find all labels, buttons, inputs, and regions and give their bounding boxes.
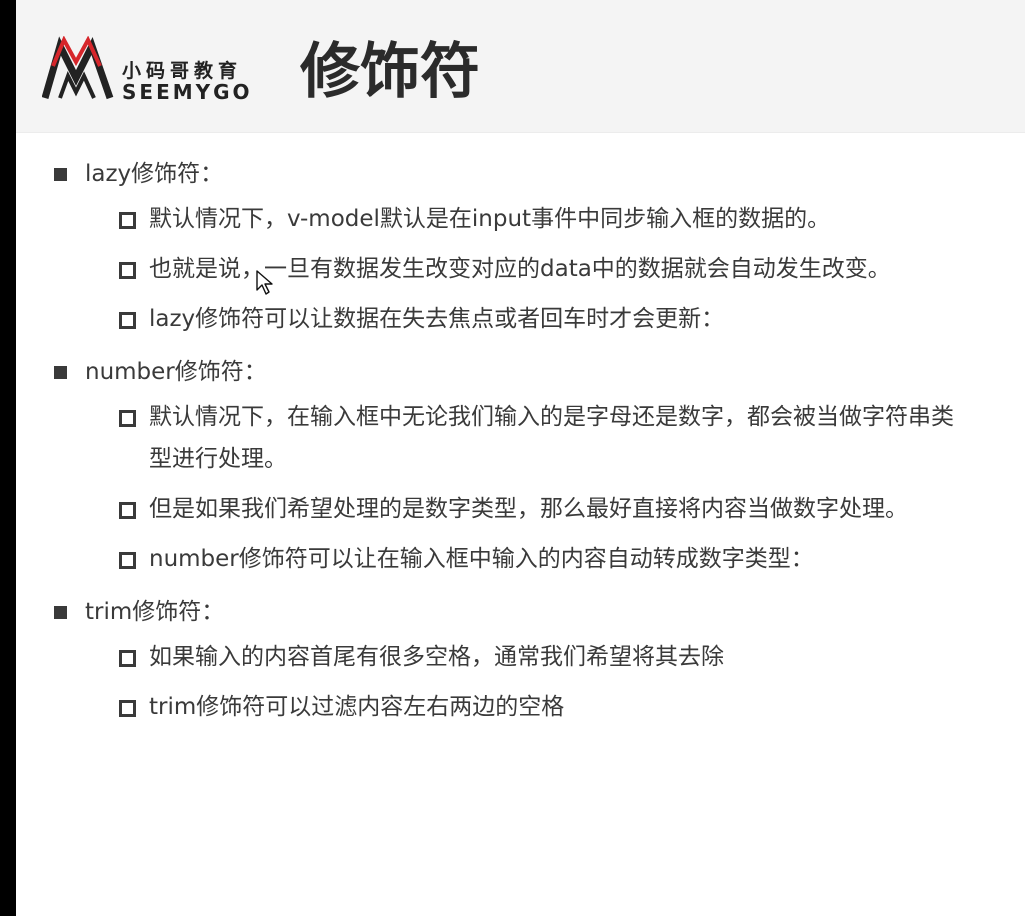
list-item: trim修饰符可以过滤内容左右两边的空格 [119, 686, 969, 728]
hollow-square-bullet-icon [119, 262, 136, 279]
list-item: number修饰符可以让在输入框中输入的内容自动转成数字类型： [119, 538, 969, 580]
hollow-square-bullet-icon [119, 502, 136, 519]
square-bullet-icon [54, 366, 67, 379]
hollow-square-bullet-icon [119, 212, 136, 229]
bullet-list: 默认情况下，在输入框中无论我们输入的是字母还是数字，都会被当做字符串类型进行处理… [16, 396, 1025, 580]
slide-content: lazy修饰符： 默认情况下，v-model默认是在input事件中同步输入框的… [16, 150, 1025, 736]
section-trim: trim修饰符： 如果输入的内容首尾有很多空格，通常我们希望将其去除 trim修… [16, 594, 1025, 728]
list-item: 默认情况下，在输入框中无论我们输入的是字母还是数字，都会被当做字符串类型进行处理… [119, 396, 969, 480]
page-title: 修饰符 [300, 37, 480, 107]
slide-header: 小码哥教育 SEEMYGO 修饰符 [16, 0, 1025, 133]
logo-mark-icon [42, 36, 114, 100]
section-heading: number修饰符： [54, 354, 1025, 390]
section-heading: trim修饰符： [54, 594, 1025, 630]
bullet-list: 如果输入的内容首尾有很多空格，通常我们希望将其去除 trim修饰符可以过滤内容左… [16, 636, 1025, 728]
list-item: 也就是说，一旦有数据发生改变对应的data中的数据就会自动发生改变。 [119, 248, 969, 290]
mouse-pointer-icon [256, 270, 273, 295]
hollow-square-bullet-icon [119, 410, 136, 427]
list-item: 但是如果我们希望处理的是数字类型，那么最好直接将内容当做数字处理。 [119, 488, 969, 530]
slide: 小码哥教育 SEEMYGO 修饰符 lazy修饰符： 默认情况下，v-model… [16, 0, 1025, 916]
hollow-square-bullet-icon [119, 312, 136, 329]
list-item: 如果输入的内容首尾有很多空格，通常我们希望将其去除 [119, 636, 969, 678]
hollow-square-bullet-icon [119, 552, 136, 569]
bullet-list: 默认情况下，v-model默认是在input事件中同步输入框的数据的。 也就是说… [16, 198, 1025, 340]
list-item: 默认情况下，v-model默认是在input事件中同步输入框的数据的。 [119, 198, 969, 240]
square-bullet-icon [54, 606, 67, 619]
section-number: number修饰符： 默认情况下，在输入框中无论我们输入的是字母还是数字，都会被… [16, 354, 1025, 580]
list-item: lazy修饰符可以让数据在失去焦点或者回车时才会更新： [119, 298, 969, 340]
square-bullet-icon [54, 168, 67, 181]
logo: 小码哥教育 SEEMYGO [42, 36, 270, 106]
section-heading: lazy修饰符： [54, 156, 1025, 192]
hollow-square-bullet-icon [119, 650, 136, 667]
logo-chinese-text: 小码哥教育 [122, 60, 243, 82]
section-lazy: lazy修饰符： 默认情况下，v-model默认是在input事件中同步输入框的… [16, 156, 1025, 340]
hollow-square-bullet-icon [119, 700, 136, 717]
logo-english-text: SEEMYGO [122, 80, 253, 104]
